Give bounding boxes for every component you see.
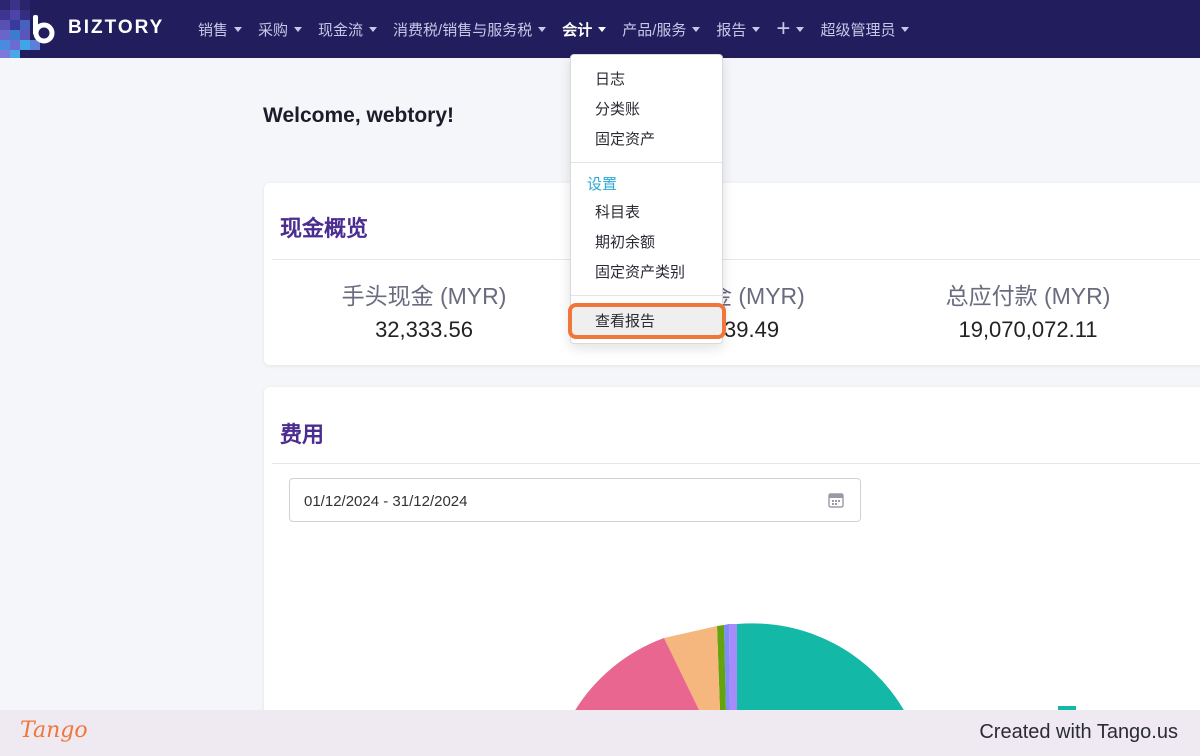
nav-accounting-label: 会计 [562, 21, 593, 39]
cash-overview-title: 现金概览 [280, 216, 369, 241]
caret-down-icon [234, 26, 243, 32]
nav-accounting[interactable]: 会计 [562, 19, 607, 40]
nav-products-label: 产品/服务 [622, 21, 687, 39]
expenses-title: 费用 [280, 422, 325, 447]
menu-item-journal[interactable]: 日志 [595, 68, 625, 89]
plus-icon: + [776, 15, 791, 42]
menu-divider [571, 162, 722, 163]
menu-item-opening-balance[interactable]: 期初余额 [595, 231, 655, 252]
menu-item-asset-categories[interactable]: 固定资产类别 [595, 261, 685, 282]
brand-name[interactable]: BIZTORY [68, 17, 164, 39]
accounting-dropdown: 日志 分类账 固定资产 设置 科目表 期初余额 固定资产类别 查看报告 [568, 54, 726, 344]
biztory-logo-icon[interactable] [30, 14, 60, 44]
caret-down-icon [901, 26, 910, 32]
caret-down-icon [598, 26, 607, 32]
caret-down-icon [796, 26, 805, 32]
tango-footer: Tango Created with Tango.us [0, 710, 1200, 756]
top-navbar: BIZTORY 销售 采购 现金流 消费税/销售与服务税 会计 产品/服务 报告… [0, 0, 1200, 58]
nav-add[interactable]: + [776, 15, 805, 42]
menu-item-view-report[interactable]: 查看报告 [595, 310, 655, 331]
nav-purchases-label: 采购 [258, 21, 289, 39]
stat-value: 32,333.56 [375, 317, 473, 342]
stat-cash-on-hand: 手头现金 (MYR) 32,333.56 [324, 277, 524, 343]
nav-sales[interactable]: 销售 [198, 19, 243, 40]
nav-tax[interactable]: 消费税/销售与服务税 [393, 19, 547, 40]
date-range-input[interactable]: 01/12/2024 - 31/12/2024 [289, 478, 861, 522]
nav-superadmin[interactable]: 超级管理员 [820, 19, 910, 40]
welcome-heading: Welcome, webtory! [263, 104, 454, 127]
nav-products[interactable]: 产品/服务 [622, 19, 701, 40]
nav-purchases[interactable]: 采购 [258, 19, 303, 40]
caret-down-icon [369, 26, 378, 32]
nav-reports[interactable]: 报告 [716, 19, 761, 40]
nav-cashflow[interactable]: 现金流 [318, 19, 378, 40]
caret-down-icon [692, 26, 701, 32]
nav-cashflow-label: 现金流 [318, 21, 364, 39]
main-menu: 销售 采购 现金流 消费税/销售与服务税 会计 产品/服务 报告 + 超级管理员 [198, 0, 925, 58]
nav-superadmin-label: 超级管理员 [820, 21, 896, 39]
menu-item-fixed-assets[interactable]: 固定资产 [595, 128, 655, 149]
stat-label: 总应付款 (MYR) [945, 283, 1111, 309]
nav-sales-label: 销售 [198, 21, 229, 39]
date-range-value: 01/12/2024 - 31/12/2024 [304, 493, 468, 510]
cash-overview-card: 现金概览 手头现金 (MYR) 32,333.56 金 (MYR) 39.49 … [264, 183, 1200, 365]
calendar-icon[interactable] [828, 492, 844, 508]
caret-down-icon [538, 26, 547, 32]
divider [272, 259, 1200, 260]
expenses-pie-chart [574, 623, 905, 712]
nav-reports-label: 报告 [716, 21, 747, 39]
stat-total-payable: 总应付款 (MYR) 19,070,072.11 [918, 277, 1138, 343]
stat-label: 金 (MYR) [709, 283, 805, 309]
stat-value: 19,070,072.11 [958, 317, 1098, 342]
stat-label: 手头现金 (MYR) [341, 283, 507, 309]
caret-down-icon [752, 26, 761, 32]
menu-item-chart-of-accounts[interactable]: 科目表 [595, 201, 640, 222]
tango-logo: Tango [20, 718, 88, 743]
pie-slice-purple[interactable] [729, 624, 737, 712]
created-with-text: Created with Tango.us [979, 721, 1178, 743]
menu-divider [571, 295, 722, 296]
caret-down-icon [294, 26, 303, 32]
menu-header-settings: 设置 [587, 176, 618, 193]
menu-item-ledger[interactable]: 分类账 [595, 98, 640, 119]
pie-slice-teal[interactable] [737, 623, 905, 712]
divider [272, 463, 1200, 464]
nav-tax-label: 消费税/销售与服务税 [393, 21, 533, 39]
